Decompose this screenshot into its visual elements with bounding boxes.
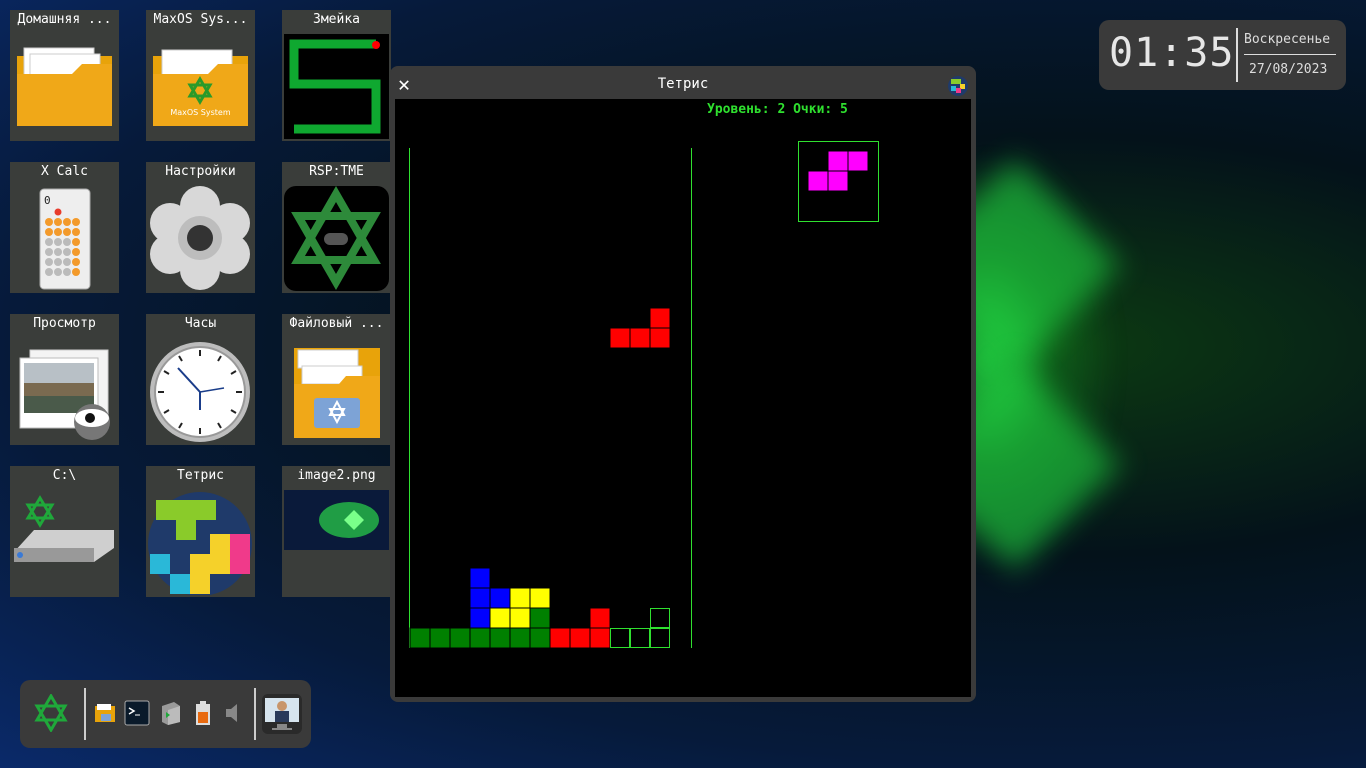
file-manager-icon[interactable]: [94, 702, 116, 724]
folder-caption: MaxOS System: [170, 108, 231, 117]
desktop-icon-rsp-tme[interactable]: RSP:TME: [282, 162, 391, 293]
desktop-icon-image2[interactable]: image2.png: [282, 466, 391, 597]
clock-date: 27/08/2023: [1249, 62, 1328, 77]
calc-display: 0: [44, 194, 51, 207]
desktop-icon-label: RSP:TME: [309, 164, 364, 179]
desktop-icon-label: Файловый ...: [289, 316, 384, 331]
falling-piece: [609, 307, 671, 349]
desktop-icon-label: Тетрис: [177, 468, 224, 483]
desktop-icon-drive-c[interactable]: C:\: [10, 466, 119, 597]
tetris-game-area[interactable]: Уровень: 2 Очки: 5: [395, 99, 971, 697]
desktop-icon-snake[interactable]: Змейка: [282, 10, 391, 141]
clock-widget: 01:35 Воскресенье 27/08/2023: [1099, 20, 1346, 90]
desktop-icon-label: Настройки: [165, 164, 236, 179]
drive-icon: [14, 495, 114, 562]
stack-blocks: [409, 567, 611, 649]
tetris-board[interactable]: [395, 99, 971, 697]
desktop-icon-label: Змейка: [313, 12, 360, 27]
folder-icon: [17, 47, 112, 126]
taskbar: [20, 680, 311, 748]
clock-divider: [1236, 28, 1238, 82]
clock-line: [1244, 54, 1336, 55]
image-viewer-icon: [19, 349, 110, 440]
ghost-piece: [610, 608, 670, 648]
desktop-icon-settings[interactable]: Настройки: [146, 162, 255, 293]
taskbar-divider: [84, 688, 86, 740]
clock-day: Воскресенье: [1244, 32, 1331, 47]
package-icon[interactable]: [160, 700, 182, 726]
clock-time: 01:35: [1109, 30, 1235, 76]
calculator-icon: [39, 188, 91, 290]
hexagram-menu-icon[interactable]: [34, 694, 68, 732]
user-avatar-icon[interactable]: [262, 694, 302, 734]
desktop-icon-xcalc[interactable]: X Calc 0: [10, 162, 119, 293]
desktop-icon-label: MaxOS Sys...: [153, 12, 248, 27]
window-title: Тетрис: [657, 76, 709, 92]
game-hexagram-icon: [284, 186, 389, 291]
desktop-icon-file-manager[interactable]: Файловый ...: [282, 314, 391, 445]
image-thumbnail-icon: [284, 490, 389, 550]
system-folder-icon: [153, 49, 248, 126]
gear-icon: [150, 186, 250, 290]
desktop-icon-label: X Calc: [41, 164, 88, 179]
desktop-icon-maxos-system[interactable]: MaxOS Sys... MaxOS System: [146, 10, 255, 141]
desktop-icon-tetris[interactable]: Тетрис: [146, 466, 255, 597]
desktop-icon-label: Домашняя ...: [17, 12, 112, 27]
desktop-icon-viewer[interactable]: Просмотр: [10, 314, 119, 445]
tetris-window[interactable]: ✕ Тетрис Уровень: 2 Очки: 5: [390, 66, 976, 702]
next-piece: [807, 150, 869, 192]
desktop-icon-home[interactable]: Домашняя ...: [10, 10, 119, 141]
snake-icon: [284, 34, 389, 139]
tetris-app-icon: [948, 76, 968, 96]
desktop-icon-label: Просмотр: [33, 316, 96, 331]
file-manager-icon: [294, 348, 380, 438]
desktop-icon-clock[interactable]: Часы: [146, 314, 255, 445]
volume-icon[interactable]: [224, 702, 242, 724]
desktop-icon-label: C:\: [52, 468, 77, 483]
tetris-icon: [148, 492, 252, 595]
desktop-icon-label: image2.png: [297, 468, 376, 483]
battery-icon[interactable]: [195, 700, 211, 726]
terminal-icon[interactable]: [124, 700, 150, 726]
desktop-icon-label: Часы: [184, 316, 217, 331]
clock-icon: [150, 342, 250, 442]
taskbar-divider: [254, 688, 256, 740]
